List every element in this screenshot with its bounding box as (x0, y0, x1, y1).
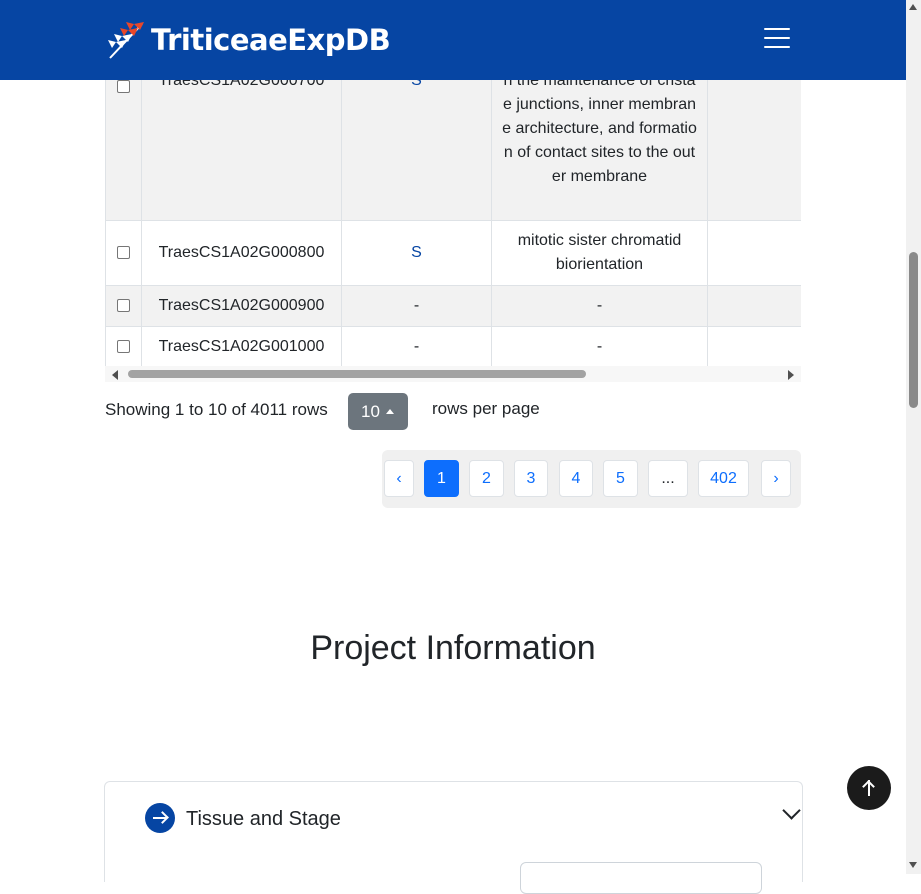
extra-cell: - (707, 285, 801, 327)
row-checkbox-cell (105, 220, 142, 286)
row-checkbox-cell (105, 60, 142, 221)
row-checkbox[interactable] (117, 80, 130, 94)
row-checkbox[interactable] (117, 246, 130, 260)
gene-description: n the maintenance of cristae junctions, … (491, 60, 708, 221)
navbar: TriticeaeExpDB (0, 0, 906, 80)
page-402-button[interactable]: 402 (698, 460, 749, 497)
row-checkbox[interactable] (117, 340, 130, 354)
gene-id[interactable]: TraesCS1A02G001000 (141, 326, 342, 366)
gene-id[interactable]: TraesCS1A02G000900 (141, 285, 342, 327)
row-checkbox-cell (105, 326, 142, 366)
gene-symbol: - (341, 326, 492, 366)
page-3-button[interactable]: 3 (514, 460, 548, 497)
brand-title[interactable]: TriticeaeExpDB (151, 22, 391, 58)
page-scrollbar-thumb[interactable] (909, 252, 918, 408)
gene-description: mitotic sister chromatid biorientation (491, 220, 708, 286)
caret-up-icon (386, 409, 394, 414)
row-checkbox[interactable] (117, 299, 130, 313)
prev-page-button[interactable]: ‹ (384, 460, 414, 497)
page-4-button[interactable]: 4 (559, 460, 593, 497)
rows-per-page-label: rows per page (432, 399, 540, 418)
table-row: TraesCS1A02G000700 S n the maintenance o… (105, 60, 801, 221)
page-5-button[interactable]: 5 (603, 460, 638, 497)
scrollbar-thumb[interactable] (128, 370, 586, 378)
scroll-right-icon[interactable] (788, 370, 794, 380)
scroll-down-icon[interactable] (909, 862, 917, 868)
hamburger-menu-icon[interactable] (764, 28, 790, 52)
scroll-up-icon[interactable] (909, 4, 917, 10)
gene-description: - (491, 285, 708, 327)
table-row: TraesCS1A02G001000 - - - (105, 326, 801, 366)
page-2-button[interactable]: 2 (469, 460, 504, 497)
arrow-right-circle-icon (145, 803, 175, 833)
accordion-title[interactable]: Tissue and Stage (186, 806, 341, 832)
back-to-top-button[interactable] (847, 766, 891, 810)
gene-symbol-link[interactable]: S (341, 220, 492, 286)
gene-symbol-link[interactable]: S (341, 60, 492, 221)
table-row: TraesCS1A02G000900 - - - (105, 285, 801, 327)
wheat-feather-icon[interactable] (104, 18, 148, 62)
section-title: Project Information (310, 629, 596, 667)
table-row: TraesCS1A02G000800 S mitotic sister chro… (105, 220, 801, 286)
row-checkbox-cell (105, 285, 142, 327)
extra-cell: - (707, 326, 801, 366)
accordion-tissue-and-stage[interactable]: Tissue and Stage (104, 781, 803, 894)
gene-description: - (491, 326, 708, 366)
page-1-button[interactable]: 1 (424, 460, 459, 497)
extra-cell: - (707, 220, 801, 286)
pagination-info: Showing 1 to 10 of 4011 rows (105, 400, 328, 419)
gene-id[interactable]: TraesCS1A02G000700 (141, 60, 342, 221)
results-table: TraesCS1A02G000700 S n the maintenance o… (105, 60, 801, 366)
table-horizontal-scrollbar[interactable] (105, 366, 801, 382)
scroll-left-icon[interactable] (112, 370, 118, 380)
gene-symbol: - (341, 285, 492, 327)
chevron-down-icon[interactable] (782, 801, 801, 820)
page-vertical-scrollbar[interactable] (906, 0, 921, 874)
next-page-button[interactable]: › (761, 460, 791, 497)
rows-per-page-value: 10 (361, 402, 380, 421)
rows-per-page-dropdown[interactable]: 10 (348, 393, 408, 430)
accordion-inner-box (520, 862, 762, 894)
extra-cell: - (707, 60, 801, 221)
page-ellipsis: ... (648, 460, 688, 497)
gene-id[interactable]: TraesCS1A02G000800 (141, 220, 342, 286)
